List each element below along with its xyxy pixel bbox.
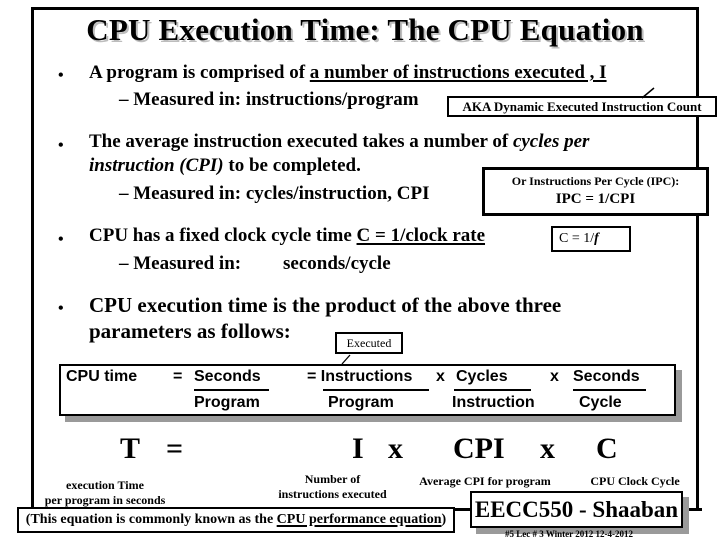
eq-x-1: x: [388, 432, 403, 465]
callout-frequency: C = 1/f: [551, 226, 631, 252]
eq-term1-num: Seconds: [194, 368, 261, 385]
eq-CPI: CPI: [453, 432, 505, 465]
eq-big-equals: =: [166, 432, 184, 465]
bullet-1: A program is comprised of a number of in…: [89, 62, 607, 84]
bullet-3-sub-label: – Measured in:: [119, 253, 242, 274]
bullet-2-sub: – Measured in: cycles/instruction, CPI: [119, 183, 430, 204]
eq-term3-den: Instruction: [452, 394, 535, 411]
bullet-1-text: A program is comprised of: [89, 62, 310, 83]
fraction-line: [194, 389, 269, 391]
eq-term3-num: Cycles: [456, 368, 508, 385]
bullet-dot: •: [58, 231, 64, 248]
cpu-time-equation: CPU time = Seconds Program = Instruction…: [59, 364, 676, 416]
eq-x-2: x: [540, 432, 555, 465]
callout-dynamic-count: AKA Dynamic Executed Instruction Count: [447, 96, 717, 117]
slide-meta: #5 Lec # 3 Winter 2012 12-4-2012: [505, 529, 633, 539]
fraction-line: [323, 389, 429, 391]
eq-term2-den: Program: [328, 394, 394, 411]
footer-connector: [455, 508, 470, 511]
eq-I: I: [352, 432, 364, 465]
callout-ipc: Or Instructions Per Cycle (IPC): IPC = 1…: [482, 167, 709, 216]
slide-title: CPU Execution Time: The CPU Equation: [86, 12, 644, 47]
label-average-cpi: Average CPI for program: [419, 474, 551, 488]
footer-connector: [689, 508, 702, 511]
eq-equals-1: =: [173, 368, 183, 385]
label-instruction-count: Number of instructions executed: [278, 472, 387, 501]
label-execution-time: execution Time per program in seconds: [44, 478, 166, 507]
bullet-1-underlined: a number of instructions executed , I: [309, 62, 607, 83]
eq-T: T: [120, 432, 141, 465]
eq-times-1: x: [436, 368, 445, 385]
cpu-performance-equation-link: CPU performance equation: [276, 512, 442, 527]
callout-pointer: [641, 87, 655, 99]
eq-times-2: x: [550, 368, 559, 385]
eq-term1-den: Program: [194, 394, 260, 411]
eq-equals-2: = Instructions: [307, 368, 413, 385]
label-clock-cycle: CPU Clock Cycle: [590, 474, 680, 488]
bullet-4-line1: CPU execution time is the product of the…: [89, 293, 562, 317]
fraction-line: [573, 389, 646, 391]
bullet-dot: •: [58, 67, 64, 84]
clock-cycle-underlined: C = 1/clock rate: [356, 225, 486, 246]
eq-term4-num: Seconds: [573, 368, 640, 385]
bullet-3-sub-value: seconds/cycle: [283, 253, 391, 274]
bullet-dot: •: [58, 137, 64, 154]
bullet-2-line2: instruction (CPI) to be completed.: [89, 155, 361, 176]
cycles-per-text: cycles per: [512, 131, 590, 152]
bullet-dot: •: [58, 300, 64, 317]
course-brand: EECC550 - Shaaban: [470, 491, 683, 528]
eq-C: C: [596, 432, 618, 465]
cpi-term: instruction (CPI): [89, 155, 224, 176]
callout-executed: Executed: [335, 332, 403, 354]
bullet-3: CPU has a fixed clock cycle time C = 1/c…: [89, 225, 486, 246]
performance-equation-note: (This equation is commonly known as the …: [17, 507, 455, 533]
bullet-2-line1: The average instruction executed takes a…: [89, 131, 590, 152]
bullet-4-line2: parameters as follows:: [89, 319, 291, 343]
eq-lhs: CPU time: [66, 368, 138, 385]
eq-term4-den: Cycle: [579, 394, 622, 411]
fraction-line: [454, 389, 531, 391]
bullet-1-sub: – Measured in: instructions/program: [119, 89, 419, 110]
